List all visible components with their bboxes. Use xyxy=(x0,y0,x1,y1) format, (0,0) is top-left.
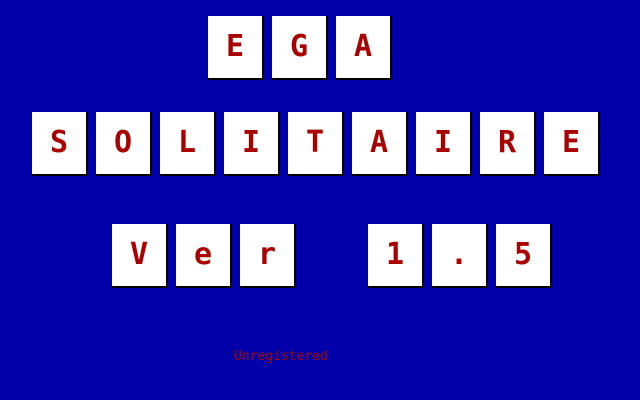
letter-tile: V xyxy=(112,224,168,288)
letter-tile: 5 xyxy=(496,224,552,288)
registration-status: Unregistered xyxy=(234,349,328,364)
letter-tile: O xyxy=(96,112,152,176)
letter-tile: E xyxy=(544,112,600,176)
letter-tile: E xyxy=(208,16,264,80)
letter-tile: R xyxy=(480,112,536,176)
letter-tile: S xyxy=(32,112,88,176)
letter-tile: I xyxy=(224,112,280,176)
letter-tile: r xyxy=(240,224,296,288)
letter-tile: L xyxy=(160,112,216,176)
letter-tile: . xyxy=(432,224,488,288)
letter-tile: T xyxy=(288,112,344,176)
letter-tile: A xyxy=(352,112,408,176)
letter-tile: A xyxy=(336,16,392,80)
letter-tile: 1 xyxy=(368,224,424,288)
letter-tile: I xyxy=(416,112,472,176)
letter-tile: G xyxy=(272,16,328,80)
letter-tile: e xyxy=(176,224,232,288)
